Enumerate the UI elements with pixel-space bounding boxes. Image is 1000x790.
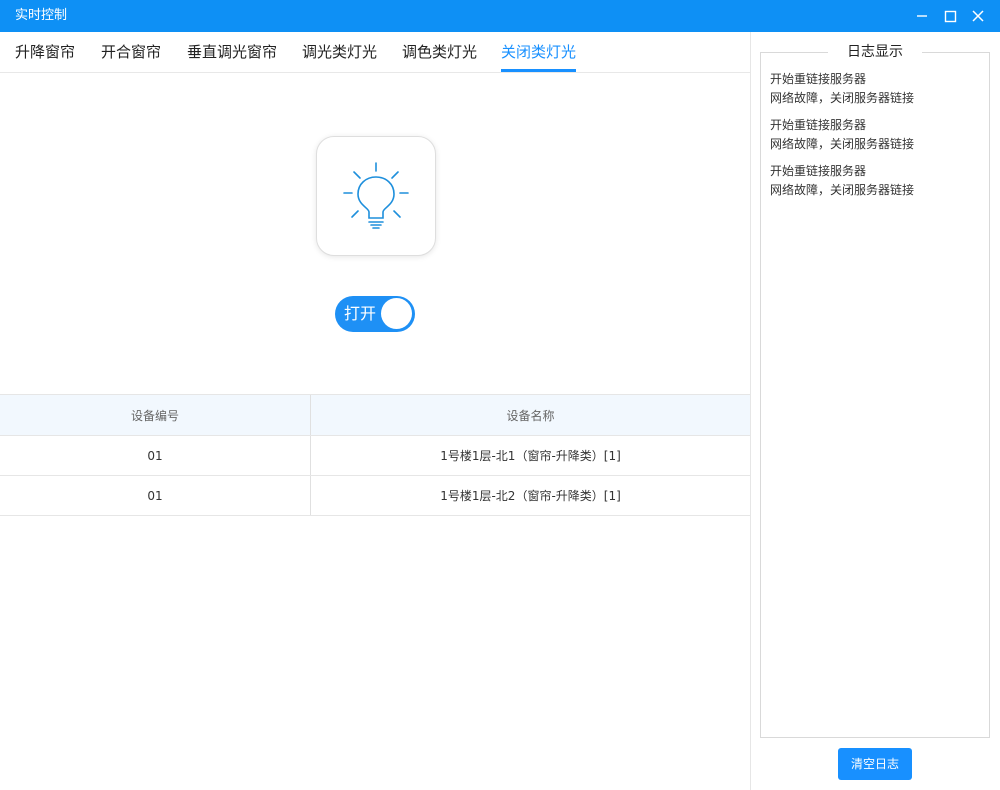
tab-dimming-light[interactable]: 调光类灯光 bbox=[302, 43, 377, 72]
toggle-knob bbox=[381, 298, 412, 329]
title-bar: 实时控制 bbox=[0, 0, 1000, 32]
log-line: 网络故障，关闭服务器链接 bbox=[770, 137, 915, 151]
tab-color-light[interactable]: 调色类灯光 bbox=[402, 43, 477, 72]
log-line: 开始重链接服务器 bbox=[770, 72, 867, 86]
power-toggle[interactable]: 打开 bbox=[335, 296, 415, 332]
tab-open-close-curtain[interactable]: 开合窗帘 bbox=[101, 43, 161, 72]
log-line: 网络故障，关闭服务器链接 bbox=[770, 91, 915, 105]
device-icon-card bbox=[316, 136, 436, 256]
minimize-icon[interactable] bbox=[911, 5, 933, 27]
tab-bar: 升降窗帘 开合窗帘 垂直调光窗帘 调光类灯光 调色类灯光 关闭类灯光 bbox=[0, 32, 750, 73]
maximize-icon[interactable] bbox=[939, 5, 961, 27]
log-title: 日志显示 bbox=[828, 42, 922, 62]
control-panel: 升降窗帘 开合窗帘 垂直调光窗帘 调光类灯光 调色类灯光 关闭类灯光 打开 设备… bbox=[0, 32, 750, 790]
clear-log-button[interactable]: 清空日志 bbox=[838, 748, 912, 780]
device-id-cell: 01 bbox=[147, 448, 163, 463]
log-line: 开始重链接服务器 bbox=[770, 164, 867, 178]
log-list: 开始重链接服务器 网络故障，关闭服务器链接 开始重链接服务器 网络故障，关闭服务… bbox=[770, 70, 985, 208]
close-icon[interactable] bbox=[967, 5, 989, 27]
window-title: 实时控制 bbox=[15, 8, 68, 23]
lightbulb-icon bbox=[343, 162, 409, 229]
tab-switch-light[interactable]: 关闭类灯光 bbox=[501, 43, 577, 72]
device-name-cell: 1号楼1层-北2（窗帘-升降类）[1] bbox=[440, 489, 621, 503]
log-entry: 开始重链接服务器 网络故障，关闭服务器链接 bbox=[770, 162, 985, 200]
device-table: 设备编号 设备名称 01 1号楼1层-北1（窗帘-升降类）[1] 01 1号楼1… bbox=[0, 394, 750, 516]
tab-lift-curtain[interactable]: 升降窗帘 bbox=[15, 43, 75, 72]
log-entry: 开始重链接服务器 网络故障，关闭服务器链接 bbox=[770, 70, 985, 108]
panel-divider bbox=[750, 32, 751, 790]
tab-vertical-dimming-curtain[interactable]: 垂直调光窗帘 bbox=[187, 43, 277, 72]
table-row[interactable]: 01 1号楼1层-北1（窗帘-升降类）[1] bbox=[0, 436, 750, 476]
toggle-label: 打开 bbox=[344, 304, 377, 323]
device-id-cell: 01 bbox=[147, 488, 163, 503]
log-entry: 开始重链接服务器 网络故障，关闭服务器链接 bbox=[770, 116, 985, 154]
header-device-name: 设备名称 bbox=[506, 408, 555, 423]
device-name-cell: 1号楼1层-北1（窗帘-升降类）[1] bbox=[440, 449, 621, 463]
log-line: 开始重链接服务器 bbox=[770, 118, 867, 132]
table-header: 设备编号 设备名称 bbox=[0, 394, 750, 436]
log-line: 网络故障，关闭服务器链接 bbox=[770, 183, 915, 197]
header-device-id: 设备编号 bbox=[130, 408, 179, 423]
table-row[interactable]: 01 1号楼1层-北2（窗帘-升降类）[1] bbox=[0, 476, 750, 516]
